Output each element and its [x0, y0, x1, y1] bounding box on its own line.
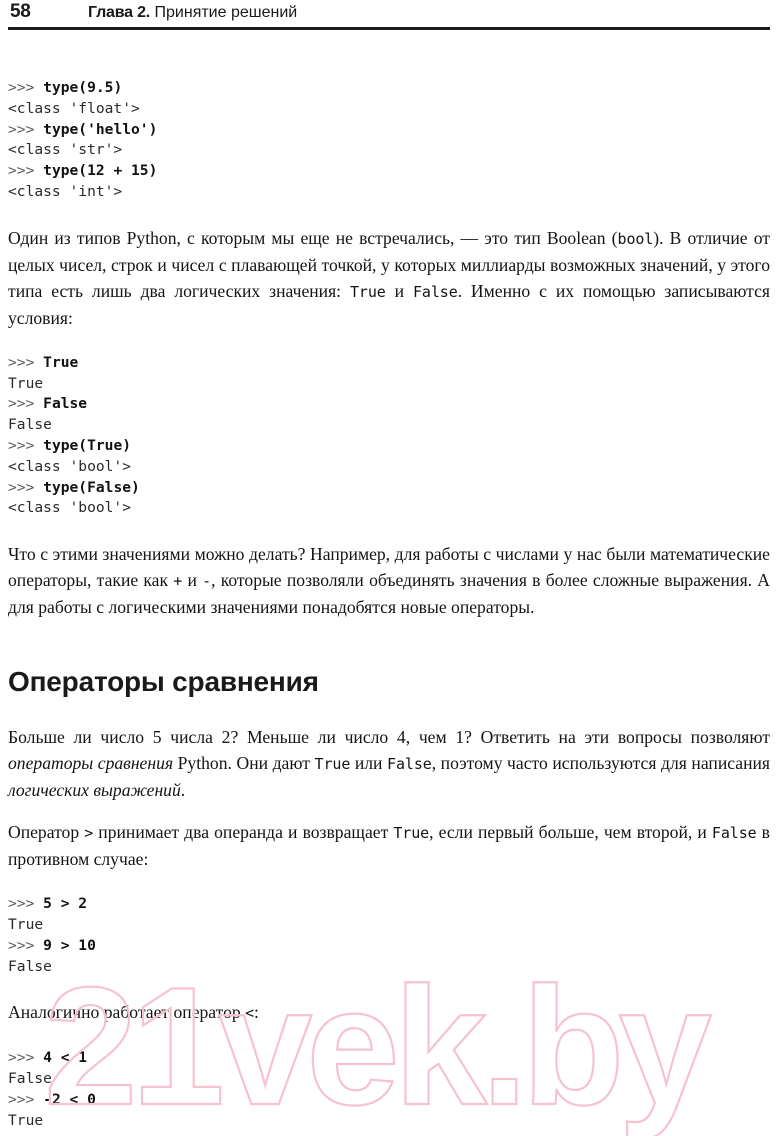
text-run: , если первый больше, чем второй, и — [429, 822, 712, 843]
inline-code: > — [84, 824, 94, 843]
header-rule — [8, 27, 770, 30]
paragraph-operator-less-than: Аналогично работает оператор <: — [8, 999, 770, 1026]
console-input: True — [43, 353, 79, 371]
console-prompt: >>> — [8, 162, 44, 180]
inline-code: True — [349, 282, 386, 301]
text-run: и — [385, 280, 413, 301]
text-run: Один из типов Python, с которым мы еще н… — [8, 227, 618, 248]
console-output: <class 'int'> — [8, 182, 123, 200]
console-input: False — [43, 395, 88, 413]
console-input: type(True) — [43, 436, 132, 454]
console-prompt: >>> — [8, 120, 44, 138]
console-prompt: >>> — [8, 436, 44, 454]
section-heading-comparison-operators: Операторы сравнения — [8, 666, 319, 698]
code-block-type-examples: >>> type(9.5) <class 'float'> >>> type('… — [8, 78, 770, 203]
console-input: type('hello') — [43, 120, 158, 138]
inline-code: False — [412, 282, 458, 301]
inline-code: False — [387, 755, 432, 774]
chapter-title: Принятие решений — [154, 4, 298, 21]
console-output: <class 'float'> — [8, 99, 140, 117]
console-prompt: >>> — [8, 1049, 44, 1067]
text-run: Больше ли число 5 числа 2? Меньше ли чис… — [8, 727, 770, 748]
chapter-label: Глава 2. — [88, 4, 151, 21]
console-output: True — [8, 915, 44, 933]
console-prompt: >>> — [8, 936, 44, 954]
running-head: 58 Глава 2. Принятие решений — [0, 0, 776, 30]
console-prompt: >>> — [8, 478, 44, 496]
text-run: Оператор — [8, 822, 85, 843]
inline-code: False — [711, 824, 757, 843]
text-run: и — [182, 570, 203, 591]
text-run: принимает два операнда и возвращает — [93, 822, 394, 843]
text-run: Python. Они дают — [173, 753, 315, 774]
console-output: False — [8, 1070, 52, 1088]
console-input: 9 > 10 — [43, 936, 96, 954]
inline-code: True — [314, 755, 351, 774]
console-input: type(9.5) — [43, 79, 123, 96]
console-output: True — [8, 1111, 44, 1129]
console-prompt: >>> — [8, 395, 44, 413]
book-page: 58 Глава 2. Принятие решений >>> type(9.… — [0, 0, 776, 1136]
inline-code: - — [202, 572, 212, 591]
code-block-bool-examples: >>> True True >>> False False >>> type(T… — [8, 353, 770, 519]
paragraph-boolean-intro: Один из типов Python, с которым мы еще н… — [8, 225, 770, 331]
inline-code: True — [393, 824, 430, 843]
console-input: 5 > 2 — [43, 895, 88, 913]
inline-code: < — [245, 1004, 255, 1023]
console-output: <class 'bool'> — [8, 499, 132, 517]
emphasis-text: операторы сравнения — [8, 753, 174, 774]
console-input: type(False) — [43, 478, 140, 496]
page-content: >>> type(9.5) <class 'float'> >>> type('… — [8, 78, 770, 1132]
console-prompt: >>> — [8, 353, 44, 371]
paragraph-comparison-intro: Больше ли число 5 числа 2? Меньше ли чис… — [8, 724, 770, 803]
code-block-less-than-examples: >>> 4 < 1 False >>> -2 < 0 True — [8, 1048, 770, 1131]
paragraph-what-to-do: Что с этими значениями можно делать? Нап… — [8, 541, 770, 620]
console-output: <class 'str'> — [8, 141, 123, 159]
inline-code: + — [173, 572, 183, 591]
console-output: False — [8, 416, 52, 434]
emphasis-text: логических выражений — [8, 780, 181, 801]
text-run: : — [254, 1002, 259, 1023]
console-prompt: >>> — [8, 79, 44, 96]
code-block-greater-than-examples: >>> 5 > 2 True >>> 9 > 10 False — [8, 894, 770, 977]
running-head-title: Глава 2. Принятие решений — [88, 4, 297, 22]
paragraph-operator-greater-than: Оператор > принимает два операнда и возв… — [8, 819, 770, 872]
console-input: -2 < 0 — [43, 1090, 96, 1108]
console-input: 4 < 1 — [43, 1049, 88, 1067]
console-output: <class 'bool'> — [8, 457, 132, 475]
text-run: или — [350, 753, 388, 774]
inline-code: bool — [617, 229, 654, 248]
console-prompt: >>> — [8, 895, 44, 913]
console-output: True — [8, 374, 44, 392]
text-run: . — [180, 780, 186, 801]
page-number: 58 — [10, 1, 31, 22]
console-output: False — [8, 957, 52, 975]
console-prompt: >>> — [8, 1090, 44, 1108]
text-run: , поэтому часто используются для написан… — [431, 753, 771, 774]
text-run: Аналогично работает оператор — [8, 1002, 246, 1023]
console-input: type(12 + 15) — [43, 162, 158, 180]
